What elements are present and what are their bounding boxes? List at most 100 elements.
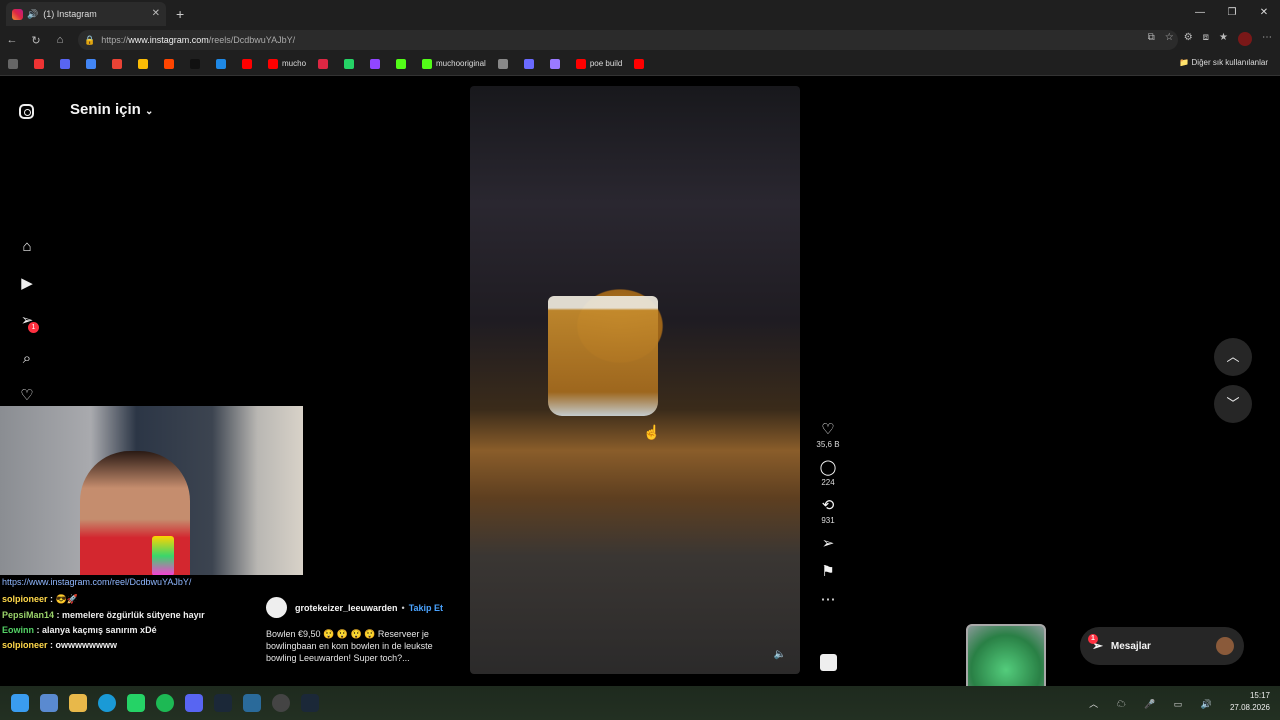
comment-action[interactable]: ◯ 224 xyxy=(812,459,844,487)
url-field[interactable]: 🔒 https://www.instagram.com/reels/DcdbwuY… xyxy=(78,30,1178,50)
clock-date: 27.08.2026 xyxy=(1229,703,1270,712)
x-icon[interactable] xyxy=(190,58,204,69)
edge-icon[interactable] xyxy=(98,694,116,712)
bookmark-icon-9[interactable] xyxy=(216,58,230,69)
save-action[interactable]: ⚑ xyxy=(812,563,844,581)
audio-thumbnail[interactable] xyxy=(820,654,837,671)
steam-icon[interactable] xyxy=(214,694,232,712)
bookmark-save-icon[interactable]: ⚑ xyxy=(812,563,844,581)
extensions-icon[interactable]: ⚙ xyxy=(1184,32,1193,46)
chat-link: https://www.instagram.com/reel/DcdbwuYAJ… xyxy=(2,577,192,587)
collections-icon[interactable]: ⧈ xyxy=(1203,32,1209,46)
favorite-star-icon[interactable]: ☆ xyxy=(1165,32,1174,46)
comment-count: 224 xyxy=(821,478,835,487)
like-action[interactable]: ♡ 35,6 B xyxy=(812,421,844,449)
messages-badge: 1 xyxy=(1088,634,1098,644)
refresh-icon[interactable]: ↻ xyxy=(24,34,48,47)
chat-message: solpioneer : owwwwwwww xyxy=(2,640,302,650)
reels-nav-icon[interactable]: ▶ xyxy=(18,275,36,293)
more-options-icon[interactable]: ⋯ xyxy=(812,591,844,609)
system-tray-icons[interactable]: ︿ ☁ 🎤 ▭ 🔊 xyxy=(1089,697,1220,710)
start-menu-icon[interactable] xyxy=(11,694,29,712)
share-icon[interactable]: ➢ xyxy=(812,535,844,553)
chat-username: solpioneer xyxy=(2,594,48,604)
chat-text: : memelere özgürlük sütyene hayır xyxy=(54,610,205,620)
system-clock[interactable]: 15:17 27.08.2026 xyxy=(1230,690,1270,714)
close-tab-icon[interactable]: ✕ xyxy=(152,8,160,19)
bookmark-icon-3[interactable] xyxy=(60,58,74,69)
follow-button[interactable]: Takip Et xyxy=(409,603,443,613)
repost-action[interactable]: ⟲ 931 xyxy=(812,497,844,525)
file-explorer-icon[interactable] xyxy=(69,694,87,712)
messages-label: Mesajlar xyxy=(1110,640,1151,652)
windows-taskbar: ︿ ☁ 🎤 ▭ 🔊 15:17 27.08.2026 xyxy=(0,686,1280,720)
mouse-cursor-icon: ☝ xyxy=(643,424,661,440)
google-icon[interactable] xyxy=(138,58,152,69)
whatsapp-icon[interactable] xyxy=(344,58,358,69)
bookmark-icon-4[interactable] xyxy=(86,58,100,69)
split-screen-icon[interactable]: ⧉ xyxy=(1148,32,1155,46)
notification-badge: 1 xyxy=(28,322,39,333)
bookmark-icon-2[interactable] xyxy=(34,58,48,69)
whatsapp-taskbar-icon[interactable] xyxy=(127,694,145,712)
app-icon[interactable] xyxy=(243,694,261,712)
browser-toolbar-icons: ⧉ ☆ ⚙ ⧈ ★ ⋯ xyxy=(1148,32,1272,46)
messages-button[interactable]: ➢ 1 Mesajlar xyxy=(1080,627,1244,665)
bookmark-muchooriginal[interactable]: muchooriginal xyxy=(422,58,486,69)
speaker-icon[interactable]: 🔊 xyxy=(27,9,38,20)
youtube-icon[interactable] xyxy=(242,58,256,69)
bookmark-icon-18[interactable] xyxy=(523,58,538,69)
bookmark-icon-17[interactable] xyxy=(497,58,512,69)
reel-video[interactable]: ☝ 🔈 xyxy=(470,86,800,674)
youtube-bookmark-icon[interactable] xyxy=(634,58,648,69)
heart-icon[interactable]: ♡ xyxy=(18,387,36,405)
bookmark-poe-build[interactable]: poe build xyxy=(575,58,622,69)
spotify-icon[interactable] xyxy=(156,694,174,712)
steam-2-icon[interactable] xyxy=(301,694,319,712)
separator-dot: • xyxy=(401,602,405,613)
minimize-button[interactable]: — xyxy=(1184,0,1216,28)
twitch-icon[interactable] xyxy=(370,58,384,69)
instagram-bookmark-icon[interactable] xyxy=(318,58,332,69)
search-icon[interactable]: ⌕ xyxy=(18,350,36,368)
discord-icon[interactable] xyxy=(185,694,203,712)
chat-username: Eowinn xyxy=(2,625,34,635)
bookmark-icon-1[interactable] xyxy=(8,58,22,69)
comment-icon[interactable]: ◯ xyxy=(812,459,844,477)
restore-button[interactable]: ❐ xyxy=(1216,0,1248,28)
other-favorites-folder[interactable]: 📁 Diğer sık kullanılanlar xyxy=(1179,58,1268,67)
chat-text: : alanya kaçmış sanırım xDé xyxy=(34,625,157,635)
led-cup-image xyxy=(152,536,174,575)
store-icon[interactable] xyxy=(40,694,58,712)
next-reel-button[interactable]: ﹀ xyxy=(1214,385,1252,423)
browser-tab-bar: 🔊 (1) Instagram ✕ + — ❐ ✕ xyxy=(0,0,1280,28)
like-icon[interactable]: ♡ xyxy=(812,421,844,439)
share-action[interactable]: ➢ xyxy=(812,535,844,553)
bookmark-label: mucho xyxy=(282,59,307,68)
obs-icon[interactable] xyxy=(272,694,290,712)
close-window-button[interactable]: ✕ xyxy=(1248,0,1280,28)
gmail-icon[interactable] xyxy=(112,58,126,69)
home-nav-icon[interactable]: ⌂ xyxy=(18,238,36,256)
bookmark-mucho[interactable]: mucho xyxy=(268,58,307,69)
more-menu-icon[interactable]: ⋯ xyxy=(1262,32,1272,46)
feed-selector[interactable]: Senin için ⌄ xyxy=(70,101,153,118)
streamer-webcam-overlay xyxy=(0,406,303,575)
more-action[interactable]: ⋯ xyxy=(812,591,844,609)
author-name[interactable]: grotekeizer_leeuwarden xyxy=(295,603,398,613)
favorites-icon[interactable]: ★ xyxy=(1219,32,1228,46)
profile-avatar[interactable] xyxy=(1238,32,1252,46)
repost-icon[interactable]: ⟲ xyxy=(812,497,844,515)
mute-icon[interactable]: 🔈 xyxy=(774,649,786,660)
home-icon[interactable]: ⌂ xyxy=(48,34,72,46)
bookmark-icon-15[interactable] xyxy=(396,58,410,69)
bookmark-label: muchooriginal xyxy=(436,59,486,68)
previous-reel-button[interactable]: ︿ xyxy=(1214,338,1252,376)
new-tab-button[interactable]: + xyxy=(176,6,184,22)
tab-instagram[interactable]: 🔊 (1) Instagram ✕ xyxy=(6,2,166,26)
bookmark-icon-19[interactable] xyxy=(549,58,564,69)
instagram-logo-icon[interactable] xyxy=(19,104,34,119)
lock-icon: 🔒 xyxy=(84,35,96,45)
reddit-icon[interactable] xyxy=(164,58,178,69)
back-icon[interactable]: ← xyxy=(0,34,24,46)
